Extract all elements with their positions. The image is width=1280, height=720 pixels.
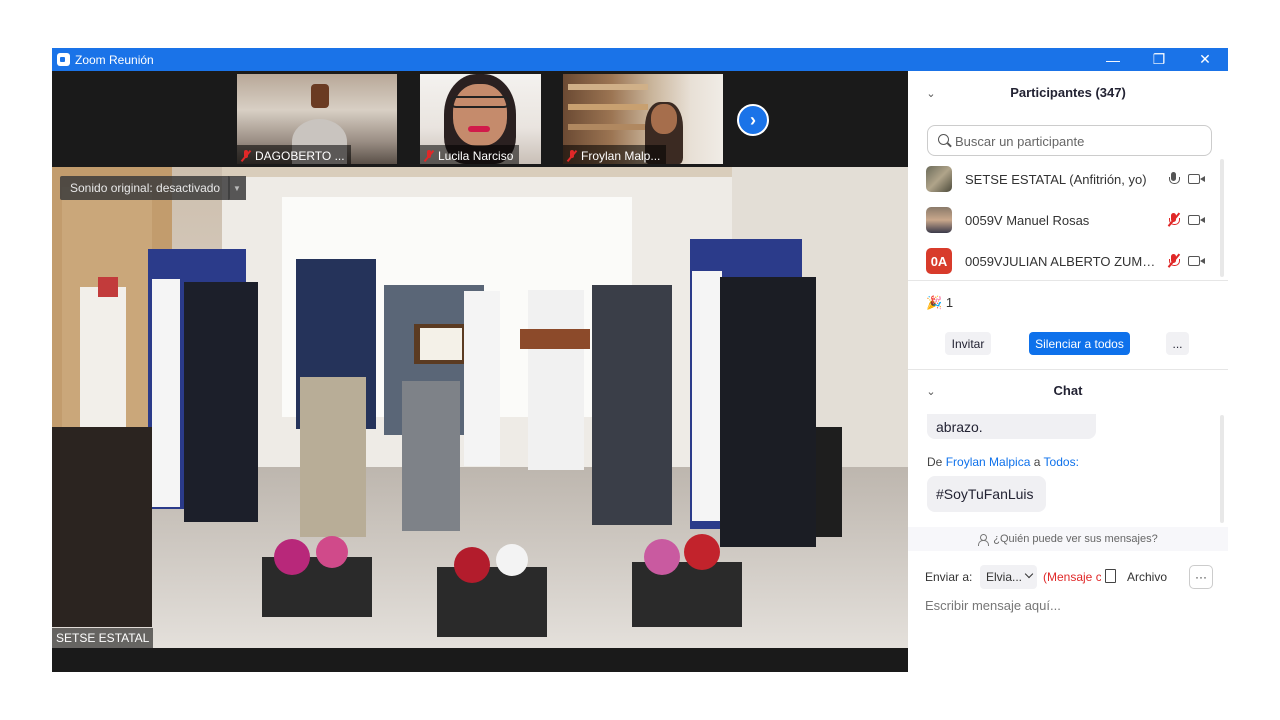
- participants-more-button[interactable]: ...: [1166, 332, 1189, 355]
- video-camera-icon[interactable]: [1188, 256, 1205, 266]
- participant-search-input[interactable]: [955, 132, 1205, 150]
- participants-header: ⌄ Participantes (347): [908, 81, 1228, 105]
- participant-name: 0059V Manuel Rosas: [965, 213, 1090, 228]
- to-prefix: a: [1033, 455, 1041, 469]
- divider: [908, 280, 1228, 281]
- participant-row[interactable]: 0A 0059VJULIAN ALBERTO ZUMAYA...: [908, 241, 1218, 282]
- zoom-app-icon: [57, 53, 70, 66]
- speaker-name: SETSE ESTATAL: [56, 631, 150, 645]
- original-sound-dropdown[interactable]: ▼: [228, 176, 246, 200]
- recipient-link[interactable]: Todos:: [1044, 455, 1079, 469]
- microphone-icon[interactable]: [1168, 172, 1180, 186]
- title-bar: Zoom Reunión — ❐ ✕: [52, 48, 1228, 71]
- caret-down-icon: ▼: [233, 183, 241, 193]
- video-thumbnail[interactable]: Froylan Malp...: [563, 74, 723, 164]
- video-thumbnail[interactable]: Lucila Narciso: [420, 74, 541, 164]
- send-to-label: Enviar a:: [925, 570, 973, 584]
- participant-name: DAGOBERTO ...: [255, 148, 345, 163]
- microphone-muted-icon[interactable]: [1167, 212, 1180, 227]
- sender-link[interactable]: Froylan Malpica: [946, 455, 1031, 469]
- participant-name: SETSE ESTATAL (Anfitrión, yo): [965, 172, 1147, 187]
- participant-name: Lucila Narciso: [438, 148, 514, 163]
- collapse-chevron-icon[interactable]: ⌄: [926, 380, 936, 398]
- video-thumbnail[interactable]: DAGOBERTO ...: [237, 74, 397, 164]
- chat-message-sender: De Froylan Malpica a Todos:: [927, 455, 1079, 469]
- participant-avatar: 0A: [926, 248, 952, 274]
- mic-muted-icon: [241, 149, 251, 162]
- chat-title: Chat: [1053, 383, 1083, 398]
- zoom-window: Zoom Reunión — ❐ ✕ DAGOBERTO ... Lucila …: [52, 48, 1228, 672]
- reaction-counter: 🎉 1: [926, 295, 953, 311]
- chat-more-button[interactable]: ···: [1189, 565, 1213, 589]
- participant-name: 0059VJULIAN ALBERTO ZUMAYA...: [965, 254, 1161, 269]
- speaker-name-tag: SETSE ESTATAL: [52, 628, 154, 648]
- next-page-button[interactable]: ›: [737, 104, 769, 136]
- chat-message-text: #SoyTuFanLuis: [936, 486, 1034, 502]
- reaction-count: 1: [945, 295, 954, 310]
- chat-message-text: abrazo.: [936, 418, 983, 435]
- chat-message-input[interactable]: [925, 595, 1215, 615]
- private-message-label: (Mensaje c: [1043, 570, 1101, 584]
- participant-row[interactable]: SETSE ESTATAL (Anfitrión, yo): [908, 159, 1218, 200]
- who-can-see-text: ¿Quién puede ver sus mensajes?: [993, 533, 1158, 545]
- mic-muted-icon: [567, 149, 577, 162]
- send-to-value: Elvia...: [986, 570, 1023, 584]
- participant-name: Froylan Malp...: [581, 148, 661, 163]
- send-to-select[interactable]: Elvia...: [980, 565, 1037, 589]
- chevron-right-icon: ›: [750, 109, 756, 130]
- invite-button[interactable]: Invitar: [945, 332, 991, 355]
- video-camera-icon[interactable]: [1188, 174, 1205, 184]
- speaker-video-feed: [52, 167, 908, 648]
- send-to-row: Enviar a: Elvia... (Mensaje c Archivo ··…: [925, 565, 1215, 589]
- participant-search[interactable]: [927, 125, 1212, 156]
- thumbnail-name-tag: Froylan Malp...: [563, 145, 667, 164]
- people-icon: [978, 533, 990, 546]
- chat-message-bubble: #SoyTuFanLuis: [927, 476, 1046, 512]
- thumbnail-name-tag: Lucila Narciso: [420, 145, 520, 164]
- from-prefix: De: [927, 455, 943, 469]
- participant-avatar: [926, 207, 952, 233]
- restore-button[interactable]: ❐: [1136, 48, 1182, 71]
- mic-muted-icon: [424, 149, 434, 162]
- participant-avatar: [926, 166, 952, 192]
- original-sound-banner[interactable]: Sonido original: desactivado: [60, 176, 231, 200]
- file-icon[interactable]: [1105, 569, 1116, 583]
- file-button-label[interactable]: Archivo: [1127, 570, 1167, 584]
- close-button[interactable]: ✕: [1182, 48, 1228, 71]
- collapse-chevron-icon[interactable]: ⌄: [926, 82, 936, 100]
- mute-all-button[interactable]: Silenciar a todos: [1029, 332, 1130, 355]
- thumbnail-name-tag: DAGOBERTO ...: [237, 145, 351, 164]
- search-icon: [938, 134, 949, 145]
- chat-message-bubble: abrazo.: [927, 414, 1096, 439]
- video-area: DAGOBERTO ... Lucila Narciso Froylan Mal…: [52, 71, 908, 672]
- participants-title: Participantes (347): [1010, 85, 1126, 100]
- party-icon: 🎉: [926, 295, 943, 310]
- chat-scrollbar[interactable]: [1220, 415, 1224, 523]
- chat-header: ⌄ Chat: [908, 379, 1228, 403]
- video-camera-icon[interactable]: [1188, 215, 1205, 225]
- participant-row[interactable]: 0059V Manuel Rosas: [908, 200, 1218, 241]
- window-title: Zoom Reunión: [75, 53, 154, 67]
- minimize-button[interactable]: —: [1090, 48, 1136, 71]
- active-speaker-video[interactable]: Sonido original: desactivado ▼ SETSE EST…: [52, 167, 908, 648]
- side-panel: ⌄ Participantes (347) SETSE ESTATAL (Anf…: [908, 71, 1228, 672]
- microphone-muted-icon[interactable]: [1167, 253, 1180, 268]
- divider: [908, 369, 1228, 370]
- participants-scrollbar[interactable]: [1220, 159, 1224, 277]
- who-can-see-messages[interactable]: ¿Quién puede ver sus mensajes?: [908, 527, 1228, 551]
- original-sound-text: Sonido original: desactivado: [70, 181, 221, 195]
- chevron-down-icon: [1024, 569, 1034, 579]
